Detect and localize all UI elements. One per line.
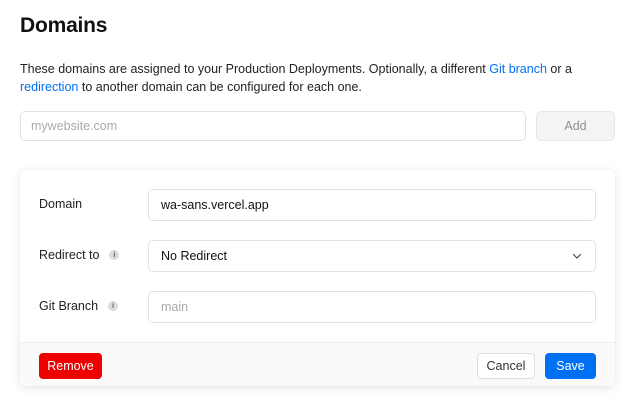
page-description: These domains are assigned to your Produ… (20, 60, 615, 96)
save-button[interactable]: Save (545, 353, 596, 379)
add-domain-row: Add (20, 111, 615, 141)
git-branch-input[interactable] (148, 291, 596, 323)
info-icon[interactable]: i (109, 250, 120, 260)
add-button[interactable]: Add (536, 111, 615, 141)
redirect-label-text: Redirect to (39, 248, 100, 262)
redirection-link[interactable]: redirection (20, 80, 78, 94)
git-branch-row: Git Branch i (20, 291, 615, 323)
cancel-button[interactable]: Cancel (477, 353, 535, 379)
card-footer: Remove Cancel Save (20, 342, 615, 386)
redirect-row: Redirect to i No Redirect (20, 240, 615, 272)
domain-row: Domain wa-sans.vercel.app (20, 189, 615, 221)
description-text-1: These domains are assigned to your Produ… (20, 62, 490, 76)
remove-button[interactable]: Remove (39, 353, 102, 379)
git-branch-link[interactable]: Git branch (489, 62, 547, 76)
domain-card: Domain wa-sans.vercel.app Redirect to i … (20, 170, 615, 386)
domain-label: Domain (39, 197, 82, 211)
redirect-label: Redirect to i (39, 248, 120, 262)
description-text-2: or a (546, 62, 572, 76)
domain-input[interactable] (20, 111, 526, 141)
page-title: Domains (20, 14, 108, 37)
redirect-selected-value: No Redirect (161, 249, 227, 263)
chevron-down-icon (571, 250, 583, 262)
description-text-3: to another domain can be configured for … (78, 80, 362, 94)
domain-label-text: Domain (39, 197, 83, 211)
domain-field[interactable]: wa-sans.vercel.app (148, 189, 596, 221)
info-icon[interactable]: i (108, 301, 119, 311)
git-branch-label-text: Git Branch (39, 299, 99, 313)
redirect-select[interactable]: No Redirect (148, 240, 596, 272)
git-branch-label: Git Branch i (39, 299, 119, 313)
